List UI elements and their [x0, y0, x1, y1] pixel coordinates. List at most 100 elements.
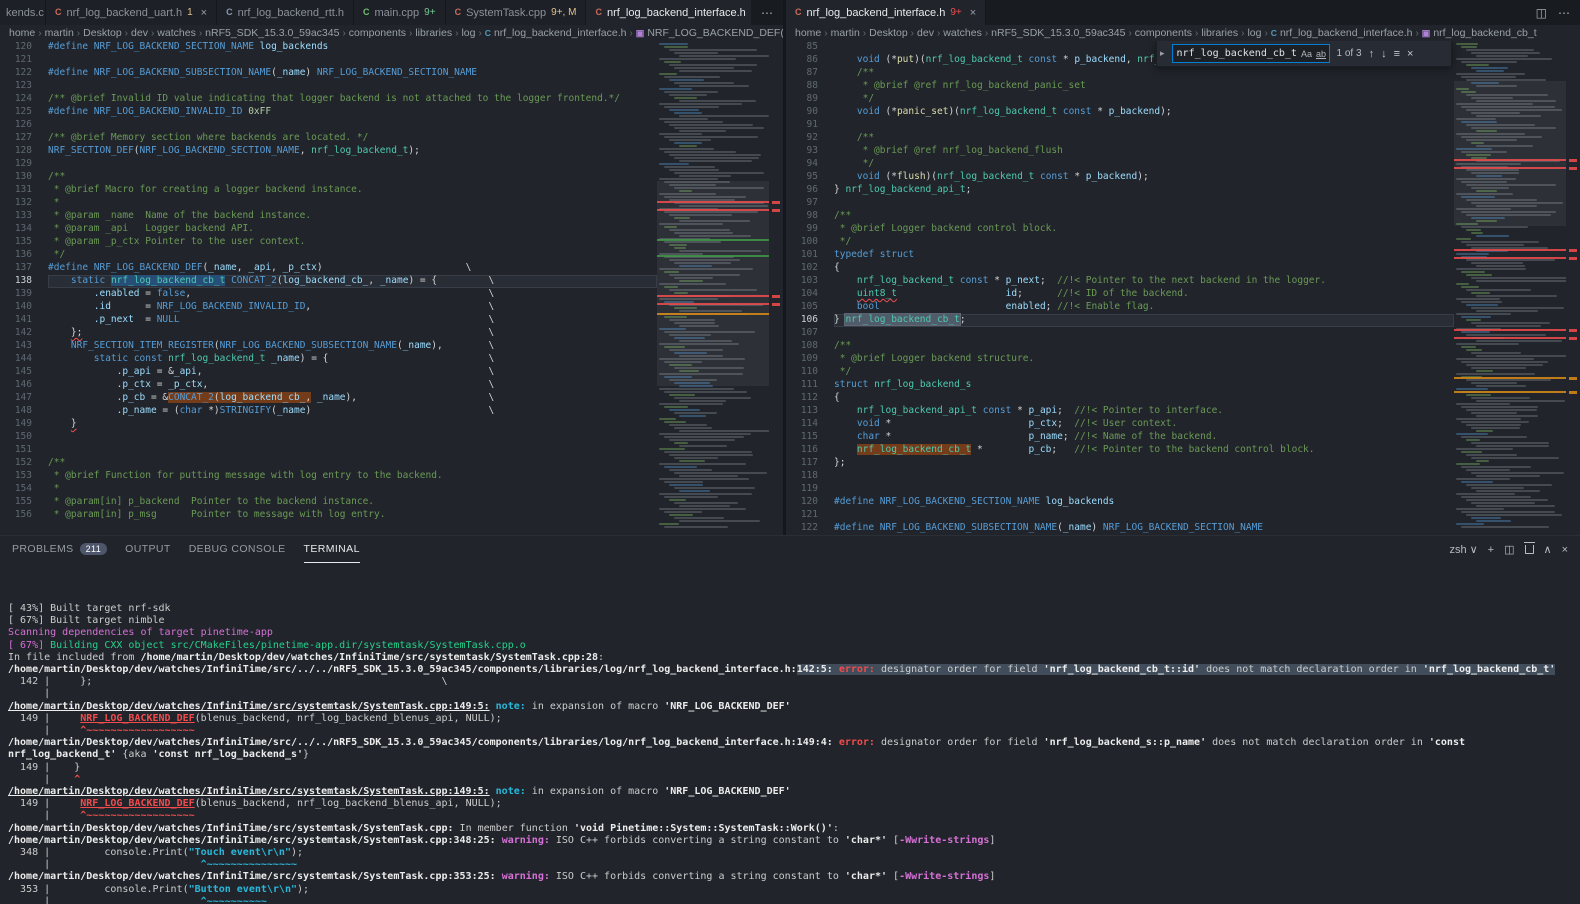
- breadcrumb-item-dev[interactable]: dev: [131, 27, 148, 39]
- minimap-slider[interactable]: [657, 181, 769, 386]
- close-tab-icon[interactable]: ×: [201, 7, 207, 19]
- tab-nrf-log-backend-interface-h[interactable]: Cnrf_log_backend_interface.h9+×: [786, 0, 987, 25]
- line-number: 155: [14, 496, 32, 507]
- tab-problems-badge: 9+: [950, 7, 962, 18]
- terminal-line: /home/martin/Desktop/dev/watches/InfiniT…: [8, 737, 1472, 761]
- overview-ruler-left: [769, 41, 783, 535]
- breadcrumb-label: home: [9, 27, 36, 39]
- breadcrumb-item-libraries[interactable]: libraries: [1201, 27, 1238, 39]
- split-terminal-icon[interactable]: ◫: [1504, 543, 1514, 556]
- close-panel-icon[interactable]: ×: [1562, 544, 1568, 556]
- more-actions-icon[interactable]: ⋯: [761, 6, 773, 20]
- split-editor-icon[interactable]: ◫: [1536, 6, 1547, 20]
- code-line: #define NRF_LOG_BACKEND_SECTION_NAME log…: [834, 496, 1115, 507]
- breadcrumb-item-watches[interactable]: watches: [157, 27, 196, 39]
- whole-word-icon[interactable]: ab: [1316, 49, 1326, 59]
- line-number: 90: [806, 106, 818, 117]
- toggle-replace-chevron-icon[interactable]: ▸: [1160, 48, 1165, 59]
- next-match-icon[interactable]: ↓: [1381, 48, 1387, 60]
- minimap-right[interactable]: [1454, 41, 1566, 535]
- panel-tab-terminal[interactable]: TERMINAL: [303, 536, 360, 563]
- breadcrumb-item-log[interactable]: log: [1247, 27, 1261, 39]
- find-in-selection-icon[interactable]: ≡: [1394, 48, 1400, 60]
- minimap-left[interactable]: [657, 41, 769, 535]
- breadcrumb-separator: ›: [1128, 27, 1132, 39]
- code-line: nrf_log_backend_api_t const * p_api; //!…: [856, 405, 1224, 416]
- breadcrumb-item-home[interactable]: home: [795, 27, 821, 39]
- match-case-icon[interactable]: Aa: [1301, 49, 1312, 59]
- breadcrumb-label: libraries: [415, 27, 453, 39]
- breadcrumb-item-log[interactable]: log: [461, 27, 475, 39]
- code-line: nrf_log_backend_t const * p_next; //!< P…: [856, 275, 1326, 286]
- panel-tab-problems[interactable]: PROBLEMS 211: [12, 536, 108, 563]
- line-number: 145: [14, 366, 32, 377]
- terminal-line: /home/martin/Desktop/dev/watches/InfiniT…: [8, 664, 1556, 676]
- breadcrumb-item-nrf-log-backend-interface-h[interactable]: Cnrf_log_backend_interface.h: [485, 27, 627, 39]
- maximize-panel-chevron-icon[interactable]: ∧: [1544, 543, 1552, 556]
- code-line: /**: [834, 67, 875, 78]
- panel-tab-label: PROBLEMS: [12, 543, 74, 555]
- line-number: 99: [806, 223, 818, 234]
- minimap-slider[interactable]: [1454, 81, 1566, 226]
- line-number: 123: [14, 80, 32, 91]
- new-terminal-icon[interactable]: +: [1488, 544, 1494, 556]
- editor-pane-right[interactable]: 85 86 87 88 89 90 91 92 93 94 95 96 97 98 99 100 101 102 1…: [786, 41, 1580, 535]
- code-line: * @brief Function for putting message wi…: [48, 470, 443, 481]
- code-area-right[interactable]: void (*put)(nrf_log_backend_t const * p_…: [834, 41, 1454, 535]
- breadcrumb-item-components[interactable]: components: [349, 27, 406, 39]
- panel-tab-output[interactable]: OUTPUT: [125, 536, 171, 563]
- kill-terminal-trash-icon[interactable]: [1523, 542, 1535, 554]
- breadcrumb-item-dev[interactable]: dev: [917, 27, 934, 39]
- breadcrumb-item-watches[interactable]: watches: [943, 27, 982, 39]
- breadcrumb-item-desktop[interactable]: Desktop: [869, 27, 908, 39]
- tab-main-cpp[interactable]: Cmain.cpp 9+: [354, 0, 446, 25]
- code-area-left[interactable]: #define NRF_LOG_BACKEND_SECTION_NAME log…: [48, 41, 657, 522]
- breadcrumb-item-nrf5-sdk-15-3-0-59ac345[interactable]: nRF5_SDK_15.3.0_59ac345: [991, 27, 1125, 39]
- breadcrumb-item-home[interactable]: home: [9, 27, 35, 39]
- line-number: 137: [14, 262, 32, 273]
- breadcrumb-item-martin[interactable]: martin: [831, 27, 860, 39]
- code-line: * @param _name Name of the backend insta…: [48, 210, 312, 221]
- code-line: .p_ctx = _p_ctx, \: [116, 379, 495, 390]
- code-line: * @brief @ref nrf_log_backend_panic_set: [834, 80, 1086, 91]
- previous-match-icon[interactable]: ↑: [1369, 48, 1375, 60]
- terminal-shell-label: zsh: [1449, 543, 1467, 556]
- close-find-icon[interactable]: ×: [1407, 48, 1413, 60]
- breadcrumb-item-nrf-log-backend-def-name-api-p-ctx[interactable]: ▣NRF_LOG_BACKEND_DEF(_name, _api, _p_ctx…: [636, 27, 783, 39]
- tab-nrf-log-backend-rtt-h[interactable]: Cnrf_log_backend_rtt.h: [217, 0, 355, 25]
- breadcrumb-item-nrf-log-backend-interface-h[interactable]: Cnrf_log_backend_interface.h: [1271, 27, 1413, 39]
- tab-kends-c[interactable]: kends.c: [0, 0, 46, 25]
- terminal-output[interactable]: [ 43%] Built target nrf-sdk[ 67%] Built …: [0, 563, 1580, 904]
- line-number: 146: [14, 379, 32, 390]
- line-number: 89: [806, 93, 818, 104]
- panel-tab-debug-console[interactable]: DEBUG CONSOLE: [189, 536, 286, 563]
- breadcrumb-item-components[interactable]: components: [1135, 27, 1192, 39]
- breadcrumb-item-libraries[interactable]: libraries: [415, 27, 452, 39]
- file-type-icon: C: [226, 7, 233, 17]
- code-line: /**: [48, 171, 66, 182]
- line-number: 100: [800, 236, 818, 247]
- more-actions-icon[interactable]: ⋯: [1558, 6, 1570, 20]
- line-number: 129: [14, 158, 32, 169]
- tab-nrf-log-backend-uart-h[interactable]: Cnrf_log_backend_uart.h 1 ×: [46, 0, 218, 25]
- line-number: 92: [806, 132, 818, 143]
- breadcrumb-item-nrf-log-backend-cb-t[interactable]: ▣ nrf_log_backend_cb_t: [1422, 27, 1537, 39]
- editor-pane-left[interactable]: 120 121 122 123 124 125 126 127 128 129 130 131 132 1…: [0, 41, 786, 535]
- code-line: .id = NRF_LOG_BACKEND_INVALID_ID, \: [93, 301, 495, 312]
- tab-strip-1: kends.c Cnrf_log_backend_uart.h 1 × Cnrf_log…: [0, 0, 751, 25]
- breadcrumb-item-nrf5-sdk-15-3-0-59ac345[interactable]: nRF5_SDK_15.3.0_59ac345: [205, 27, 339, 39]
- line-number: 121: [14, 54, 32, 65]
- line-number: 104: [800, 288, 818, 299]
- code-line: *: [48, 197, 60, 208]
- breadcrumb-item-martin[interactable]: martin: [45, 27, 74, 39]
- close-tab-icon[interactable]: ×: [970, 7, 976, 19]
- tab-systemtask-cpp[interactable]: C SystemTask.cpp 9+, M: [445, 0, 587, 25]
- breadcrumb-item-desktop[interactable]: Desktop: [83, 27, 122, 39]
- breadcrumb-separator: ›: [1194, 27, 1199, 39]
- terminal-shell-select[interactable]: zsh ∨: [1449, 543, 1477, 557]
- editor-tab-bar: kends.c Cnrf_log_backend_uart.h 1 × Cnrf_log…: [0, 0, 1580, 25]
- find-input[interactable]: nrf_log_backend_cb_t Aa ab .*: [1171, 44, 1330, 63]
- tab-nrf-log-backend-interface-h[interactable]: Cnrf_log_backend_interface.h9+×: [586, 0, 751, 25]
